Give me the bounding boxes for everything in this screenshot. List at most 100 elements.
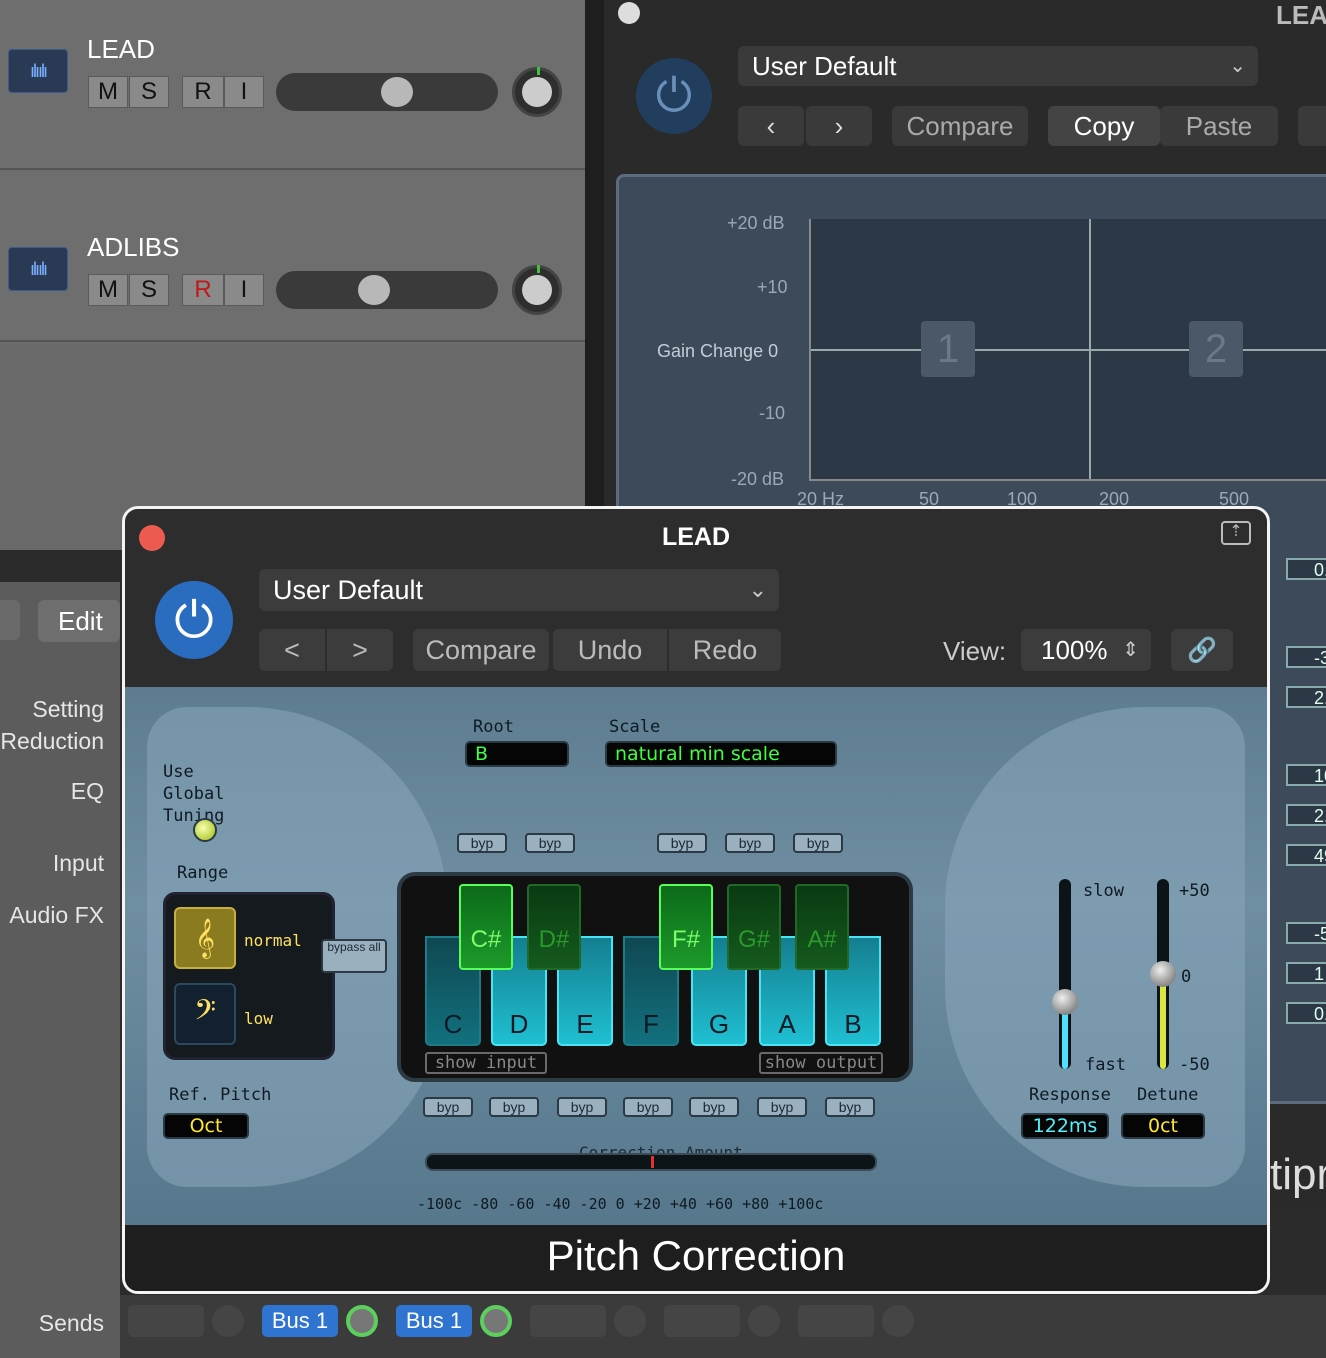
mute-button[interactable]: M [88,274,128,306]
eq-label[interactable]: EQ [71,778,104,805]
range-low-label[interactable]: low [244,1009,273,1028]
bus-send-button[interactable]: Bus 1 [262,1305,338,1337]
record-arm-button[interactable]: R [182,76,224,108]
view-zoom-select[interactable]: 100% ⇕ [1021,629,1151,671]
range-normal-label[interactable]: normal [244,931,302,950]
reduction-label[interactable]: Reduction [0,728,104,755]
volume-fader[interactable] [276,73,498,111]
send-slot[interactable] [530,1305,606,1337]
send-slot[interactable] [798,1305,874,1337]
value-field[interactable]: 1 [1286,962,1326,984]
root-display[interactable]: B [465,741,569,767]
detune-display[interactable]: 0ct [1121,1113,1205,1139]
slider-thumb[interactable] [1052,989,1078,1015]
next-preset-button[interactable]: > [327,629,393,671]
bypass-all-button[interactable]: bypass all [321,939,387,973]
eq-graph[interactable]: 1 2 [809,219,1326,481]
fader-thumb[interactable] [358,275,390,305]
paste-button[interactable]: Paste [1160,106,1278,146]
bass-clef-icon[interactable]: 𝄢 [174,983,236,1045]
band-handle[interactable]: 1 [921,321,975,377]
band-handle[interactable]: 2 [1189,321,1243,377]
track-lead[interactable]: ılıılı LEAD M S R I [0,0,585,170]
next-preset-button[interactable]: › [806,106,872,146]
setting-label[interactable]: Setting [32,696,104,723]
show-input-button[interactable]: show input [425,1052,547,1074]
response-slider[interactable] [1052,879,1078,1069]
value-field[interactable]: 49 [1286,844,1326,866]
black-key[interactable]: F# [659,884,713,970]
power-icon[interactable]: ⏻ [155,581,233,659]
copy-button[interactable]: Copy [1048,106,1160,146]
response-display[interactable]: 122ms [1021,1113,1109,1139]
black-key[interactable]: A# [795,884,849,970]
ref-pitch-display[interactable]: Oct [163,1113,249,1139]
bus-send-button[interactable]: Bus 1 [396,1305,472,1337]
solo-button[interactable]: S [129,274,169,306]
track-adlibs[interactable]: ılıılı ADLIBS M S R I [0,172,585,342]
redo-button[interactable]: Redo [669,629,781,671]
value-field[interactable]: 0. [1286,558,1326,580]
black-key[interactable]: G# [727,884,781,970]
value-field[interactable]: -50 [1286,922,1326,944]
prev-preset-button[interactable]: < [259,629,325,671]
send-knob[interactable] [212,1305,244,1337]
black-key[interactable]: C# [459,884,513,970]
compare-button[interactable]: Compare [413,629,549,671]
edit-button[interactable]: Edit [38,600,120,642]
bypass-button[interactable]: byp [725,833,775,853]
volume-fader[interactable] [276,271,498,309]
send-knob[interactable] [748,1305,780,1337]
window-close-button[interactable] [618,2,640,24]
mute-button[interactable]: M [88,76,128,108]
value-field[interactable]: 2. [1286,686,1326,708]
preset-menu[interactable]: User Default ⌄ [738,46,1258,86]
prev-preset-button[interactable]: ‹ [738,106,804,146]
compare-button[interactable]: Compare [892,106,1028,146]
fader-thumb[interactable] [381,77,413,107]
input-monitor-button[interactable]: I [224,274,264,306]
link-icon[interactable]: 🔗 [1171,629,1233,671]
value-field[interactable]: 0. [1286,1002,1326,1024]
send-knob[interactable] [614,1305,646,1337]
undo-button[interactable]: Undo [553,629,667,671]
black-key[interactable]: D# [527,884,581,970]
pan-knob[interactable] [512,265,562,315]
chevron-down-icon: ⌄ [1229,55,1246,77]
solo-button[interactable]: S [129,76,169,108]
preset-menu[interactable]: User Default ⌄ [259,569,779,611]
bypass-button[interactable]: byp [557,1097,607,1117]
audio-fx-label[interactable]: Audio FX [9,902,104,929]
float-window-icon[interactable]: ⇡ [1221,521,1251,545]
send-knob[interactable] [882,1305,914,1337]
bypass-button[interactable]: byp [623,1097,673,1117]
show-output-button[interactable]: show output [759,1052,883,1074]
global-tuning-led[interactable] [193,818,217,842]
input-label[interactable]: Input [53,850,104,877]
bypass-button[interactable]: byp [525,833,575,853]
bypass-button[interactable]: byp [423,1097,473,1117]
slider-thumb[interactable] [1150,961,1176,987]
send-level-knob[interactable] [346,1305,378,1337]
record-arm-button[interactable]: R [182,274,224,306]
send-level-knob[interactable] [480,1305,512,1337]
power-icon[interactable]: ⏻ [636,58,712,134]
value-field[interactable]: -30 [1286,646,1326,668]
treble-clef-icon[interactable]: 𝄞 [174,907,236,969]
pan-knob[interactable] [512,67,562,117]
send-slot[interactable] [664,1305,740,1337]
bypass-button[interactable]: byp [689,1097,739,1117]
scale-display[interactable]: natural min scale [605,741,837,767]
input-monitor-button[interactable]: I [224,76,264,108]
send-slot[interactable] [128,1305,204,1337]
bypass-button[interactable]: byp [793,833,843,853]
value-field[interactable]: 10 [1286,764,1326,786]
bypass-button[interactable]: byp [489,1097,539,1117]
more-button[interactable] [1298,106,1326,146]
bypass-button[interactable]: byp [757,1097,807,1117]
detune-slider[interactable] [1150,879,1176,1069]
value-field[interactable]: 2. [1286,804,1326,826]
bypass-button[interactable]: byp [457,833,507,853]
bypass-button[interactable]: byp [825,1097,875,1117]
bypass-button[interactable]: byp [657,833,707,853]
